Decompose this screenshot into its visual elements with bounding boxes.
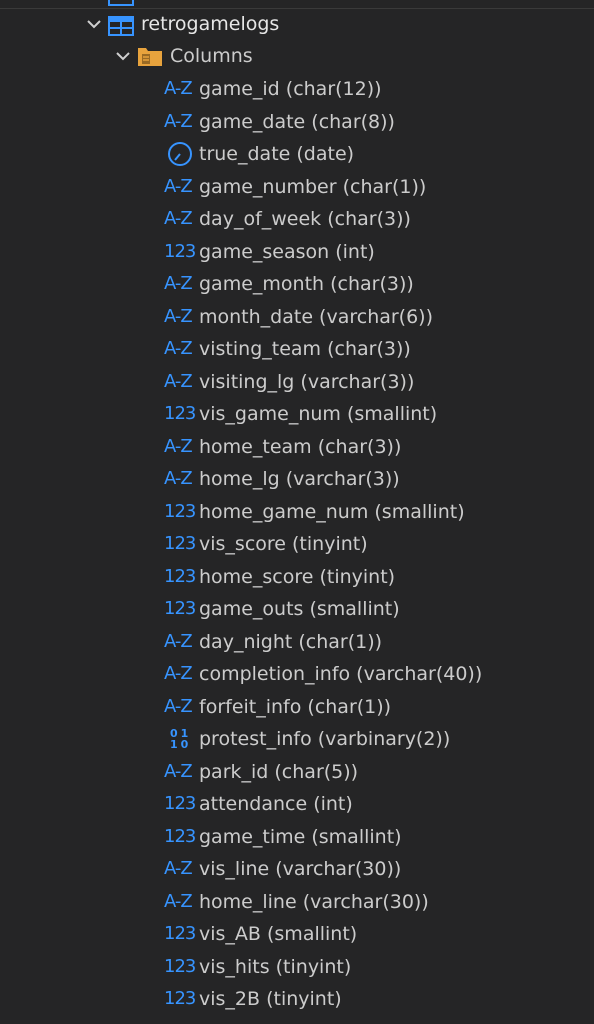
column-label: attendance (int) [199, 793, 353, 815]
column-item[interactable]: A-Z game_number (char(1)) [0, 171, 594, 203]
column-label: vis_AB (smallint) [199, 923, 358, 945]
number-123-icon: 123 [164, 565, 196, 587]
number-123-icon: 123 [164, 403, 196, 424]
column-label: game_date (char(8)) [199, 110, 395, 133]
string-az-icon: A-Z [164, 175, 193, 197]
column-item[interactable]: 123 game_time (smallint) [0, 821, 594, 853]
column-label: true_date (date) [199, 143, 355, 165]
column-label: forfeit_info (char(1)) [199, 695, 392, 718]
columns-folder-label: Columns [170, 45, 253, 67]
column-item[interactable]: 123 vis_score (tinyint) [0, 528, 594, 560]
table-icon-partial [108, 0, 134, 6]
column-label: home_line (varchar(30)) [199, 890, 429, 913]
column-label: visting_team (char(3)) [199, 338, 411, 360]
column-label: vis_hits (tinyint) [199, 955, 352, 978]
column-label: protest_info (varbinary(2)) [199, 728, 451, 750]
column-label: vis_game_num (smallint) [199, 403, 438, 425]
string-az-icon: A-Z [164, 468, 193, 489]
column-item[interactable]: 123 attendance (int) [0, 788, 594, 820]
column-label: game_outs (smallint) [199, 598, 400, 620]
tree-item-table[interactable]: retrogamelogs [0, 8, 594, 40]
number-123-icon: 123 [164, 793, 196, 814]
string-az-icon: A-Z [164, 370, 193, 392]
column-item[interactable]: 123 vis_AB (smallint) [0, 918, 594, 950]
column-label: game_season (int) [199, 240, 375, 263]
column-item[interactable]: A-Z home_team (char(3)) [0, 431, 594, 463]
column-item[interactable]: A-Z game_id (char(12)) [0, 73, 594, 105]
column-label: game_month (char(3)) [199, 273, 414, 295]
column-item[interactable]: A-Z game_date (char(8)) [0, 106, 594, 138]
string-az-icon: A-Z [164, 338, 193, 359]
column-item[interactable]: 123 home_game_num (smallint) [0, 496, 594, 528]
string-az-icon: A-Z [164, 273, 193, 294]
string-az-icon: A-Z [164, 435, 193, 457]
column-label: day_of_week (char(3)) [199, 208, 411, 230]
number-123-icon: 123 [164, 533, 196, 554]
column-item[interactable]: 123 home_score (tinyint) [0, 561, 594, 593]
column-item[interactable]: A-Z completion_info (varchar(40)) [0, 658, 594, 690]
number-123-icon: 123 [164, 988, 196, 1009]
schema-tree: retrogamelogs Columns A-Z game_id (char(1… [0, 0, 594, 1024]
number-123-icon: 123 [164, 240, 196, 262]
string-az-icon: A-Z [164, 890, 193, 912]
column-item[interactable]: A-Z day_night (char(1)) [0, 626, 594, 658]
table-icon [108, 14, 134, 36]
column-label: vis_line (varchar(30)) [199, 858, 402, 880]
column-label: home_team (char(3)) [199, 435, 402, 458]
column-item[interactable]: 123 vis_2B (tinyint) [0, 983, 594, 1015]
string-az-icon: A-Z [164, 760, 193, 782]
column-item[interactable]: A-Z day_of_week (char(3)) [0, 203, 594, 235]
string-az-icon: A-Z [164, 305, 193, 327]
column-label: game_id (char(12)) [199, 78, 382, 100]
string-az-icon: A-Z [164, 78, 193, 99]
column-item[interactable]: 01 10 protest_info (varbinary(2)) [0, 723, 594, 755]
number-123-icon: 123 [164, 598, 196, 619]
column-item[interactable]: 123 game_season (int) [0, 236, 594, 268]
column-label: day_night (char(1)) [199, 630, 383, 653]
column-item[interactable]: A-Z forfeit_info (char(1)) [0, 691, 594, 723]
table-name-label: retrogamelogs [141, 13, 280, 35]
column-label: game_time (smallint) [199, 825, 402, 848]
column-item[interactable]: 123 vis_game_num (smallint) [0, 398, 594, 430]
folder-icon [137, 44, 163, 68]
column-item[interactable]: A-Z month_date (varchar(6)) [0, 301, 594, 333]
column-item[interactable]: A-Z home_line (varchar(30)) [0, 886, 594, 918]
column-item[interactable]: A-Z game_month (char(3)) [0, 268, 594, 300]
number-123-icon: 123 [164, 500, 196, 522]
string-az-icon: A-Z [164, 858, 193, 879]
column-item[interactable]: A-Z visting_team (char(3)) [0, 333, 594, 365]
column-item[interactable]: true_date (date) [0, 138, 594, 170]
column-item[interactable]: A-Z vis_line (varchar(30)) [0, 853, 594, 885]
string-az-icon: A-Z [164, 630, 193, 652]
number-123-icon: 123 [164, 923, 196, 944]
column-item[interactable]: A-Z visiting_lg (varchar(3)) [0, 366, 594, 398]
column-label: visiting_lg (varchar(3)) [199, 370, 415, 393]
number-123-icon: 123 [164, 955, 196, 977]
column-label: month_date (varchar(6)) [199, 305, 434, 328]
column-item[interactable]: 123 [0, 1016, 594, 1024]
column-item[interactable]: 123 vis_hits (tinyint) [0, 951, 594, 983]
column-label: completion_info (varchar(40)) [199, 663, 483, 685]
tree-item-columns-folder[interactable]: Columns [0, 40, 594, 72]
column-item[interactable]: A-Z park_id (char(5)) [0, 756, 594, 788]
column-label: home_score (tinyint) [199, 565, 396, 588]
column-label: home_lg (varchar(3)) [199, 468, 400, 490]
string-az-icon: A-Z [164, 663, 193, 684]
string-az-icon: A-Z [164, 695, 193, 717]
clock-icon [164, 138, 196, 170]
column-item[interactable]: 123 game_outs (smallint) [0, 593, 594, 625]
binary-0110-icon: 01 10 [170, 727, 192, 751]
string-az-icon: A-Z [164, 110, 193, 132]
chevron-down-icon[interactable] [84, 8, 104, 40]
number-123-icon: 123 [164, 825, 196, 847]
chevron-down-icon[interactable] [113, 40, 133, 72]
column-item[interactable]: A-Z home_lg (varchar(3)) [0, 463, 594, 495]
column-label: vis_score (tinyint) [199, 533, 368, 555]
string-az-icon: A-Z [164, 208, 193, 229]
column-label: park_id (char(5)) [199, 760, 359, 783]
column-label: game_number (char(1)) [199, 175, 427, 198]
column-label: vis_2B (tinyint) [199, 988, 342, 1010]
column-label: home_game_num (smallint) [199, 500, 465, 523]
